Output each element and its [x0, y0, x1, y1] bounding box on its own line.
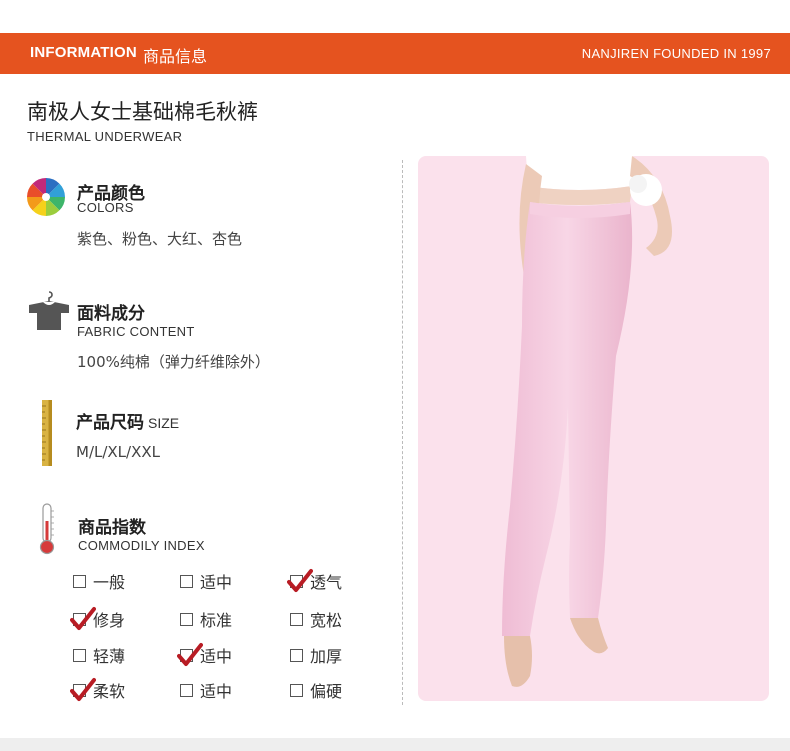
checkbox-unchecked[interactable] — [290, 683, 303, 697]
checkbox-unchecked[interactable] — [180, 574, 193, 588]
checkbox-checked[interactable] — [287, 568, 313, 592]
banner-title-cn: 商品信息 — [143, 47, 208, 66]
index-option[interactable]: 适中 — [180, 679, 232, 701]
thermometer-icon — [38, 503, 56, 559]
index-option[interactable]: 偏硬 — [290, 679, 342, 701]
index-option-label: 透气 — [310, 573, 343, 592]
index-option[interactable]: 适中 — [177, 642, 233, 666]
index-subtitle: COMMODILY INDEX — [78, 538, 205, 553]
index-option-label: 适中 — [200, 573, 233, 592]
index-option-label: 宽松 — [310, 611, 343, 630]
checkmark-icon — [70, 677, 96, 701]
column-divider — [402, 160, 403, 705]
index-option-label: 偏硬 — [310, 682, 343, 701]
size-value: M/L/XL/XXL — [76, 443, 161, 461]
checkbox-unchecked[interactable] — [290, 612, 303, 626]
info-banner: INFORMATION 商品信息 NANJIREN FOUNDED IN 199… — [0, 33, 790, 74]
banner-title-en: INFORMATION — [30, 44, 137, 61]
index-option[interactable]: 适中 — [180, 570, 232, 592]
fabric-title: 面料成分 — [77, 304, 145, 324]
checkbox-unchecked[interactable] — [73, 574, 86, 588]
index-option[interactable]: 修身 — [70, 606, 126, 630]
checkmark-icon — [70, 606, 96, 630]
index-option[interactable]: 轻薄 — [73, 644, 125, 666]
index-option-label: 修身 — [93, 611, 126, 630]
index-option[interactable]: 宽松 — [290, 608, 342, 630]
checkmark-icon — [177, 642, 203, 666]
index-option-label: 适中 — [200, 647, 233, 666]
shirt-on-hanger-icon — [26, 290, 72, 336]
product-photo — [418, 156, 769, 701]
fabric-subtitle: FABRIC CONTENT — [77, 324, 195, 339]
checkbox-unchecked[interactable] — [180, 683, 193, 697]
color-swatch-fan-icon — [26, 177, 66, 221]
product-title: 南极人女士基础棉毛秋裤 — [27, 100, 258, 124]
bottom-separator — [0, 738, 790, 751]
size-title: 产品尺码 SIZE — [76, 408, 179, 433]
index-option[interactable]: 柔软 — [70, 677, 126, 701]
brand-founded-text: NANJIREN FOUNDED IN 1997 — [581, 46, 771, 61]
index-option-label: 标准 — [200, 611, 233, 630]
size-title-en: SIZE — [148, 415, 180, 431]
model-wearing-thermal-pants-illustration — [502, 156, 672, 687]
measuring-tape-icon — [42, 400, 52, 470]
checkbox-unchecked[interactable] — [290, 648, 303, 662]
checkbox-checked[interactable] — [177, 642, 203, 666]
checkbox-checked[interactable] — [70, 606, 96, 630]
index-option-label: 轻薄 — [93, 647, 126, 666]
index-option[interactable]: 标准 — [180, 608, 232, 630]
checkbox-unchecked[interactable] — [180, 612, 193, 626]
index-option[interactable]: 一般 — [73, 570, 125, 592]
index-option-label: 柔软 — [93, 682, 126, 701]
checkmark-icon — [287, 568, 313, 592]
checkbox-unchecked[interactable] — [73, 648, 86, 662]
index-option-label: 一般 — [93, 573, 126, 592]
size-title-cn: 产品尺码 — [76, 413, 144, 433]
index-option-label: 加厚 — [310, 647, 343, 666]
checkbox-checked[interactable] — [70, 677, 96, 701]
colors-value: 紫色、粉色、大红、杏色 — [77, 230, 243, 248]
index-option[interactable]: 透气 — [287, 568, 343, 592]
product-subtitle: THERMAL UNDERWEAR — [27, 129, 183, 144]
index-option[interactable]: 加厚 — [290, 644, 342, 666]
index-title: 商品指数 — [78, 518, 146, 538]
index-option-label: 适中 — [200, 682, 233, 701]
colors-subtitle: COLORS — [77, 200, 134, 215]
fabric-value: 100%纯棉（弹力纤维除外） — [77, 353, 270, 371]
